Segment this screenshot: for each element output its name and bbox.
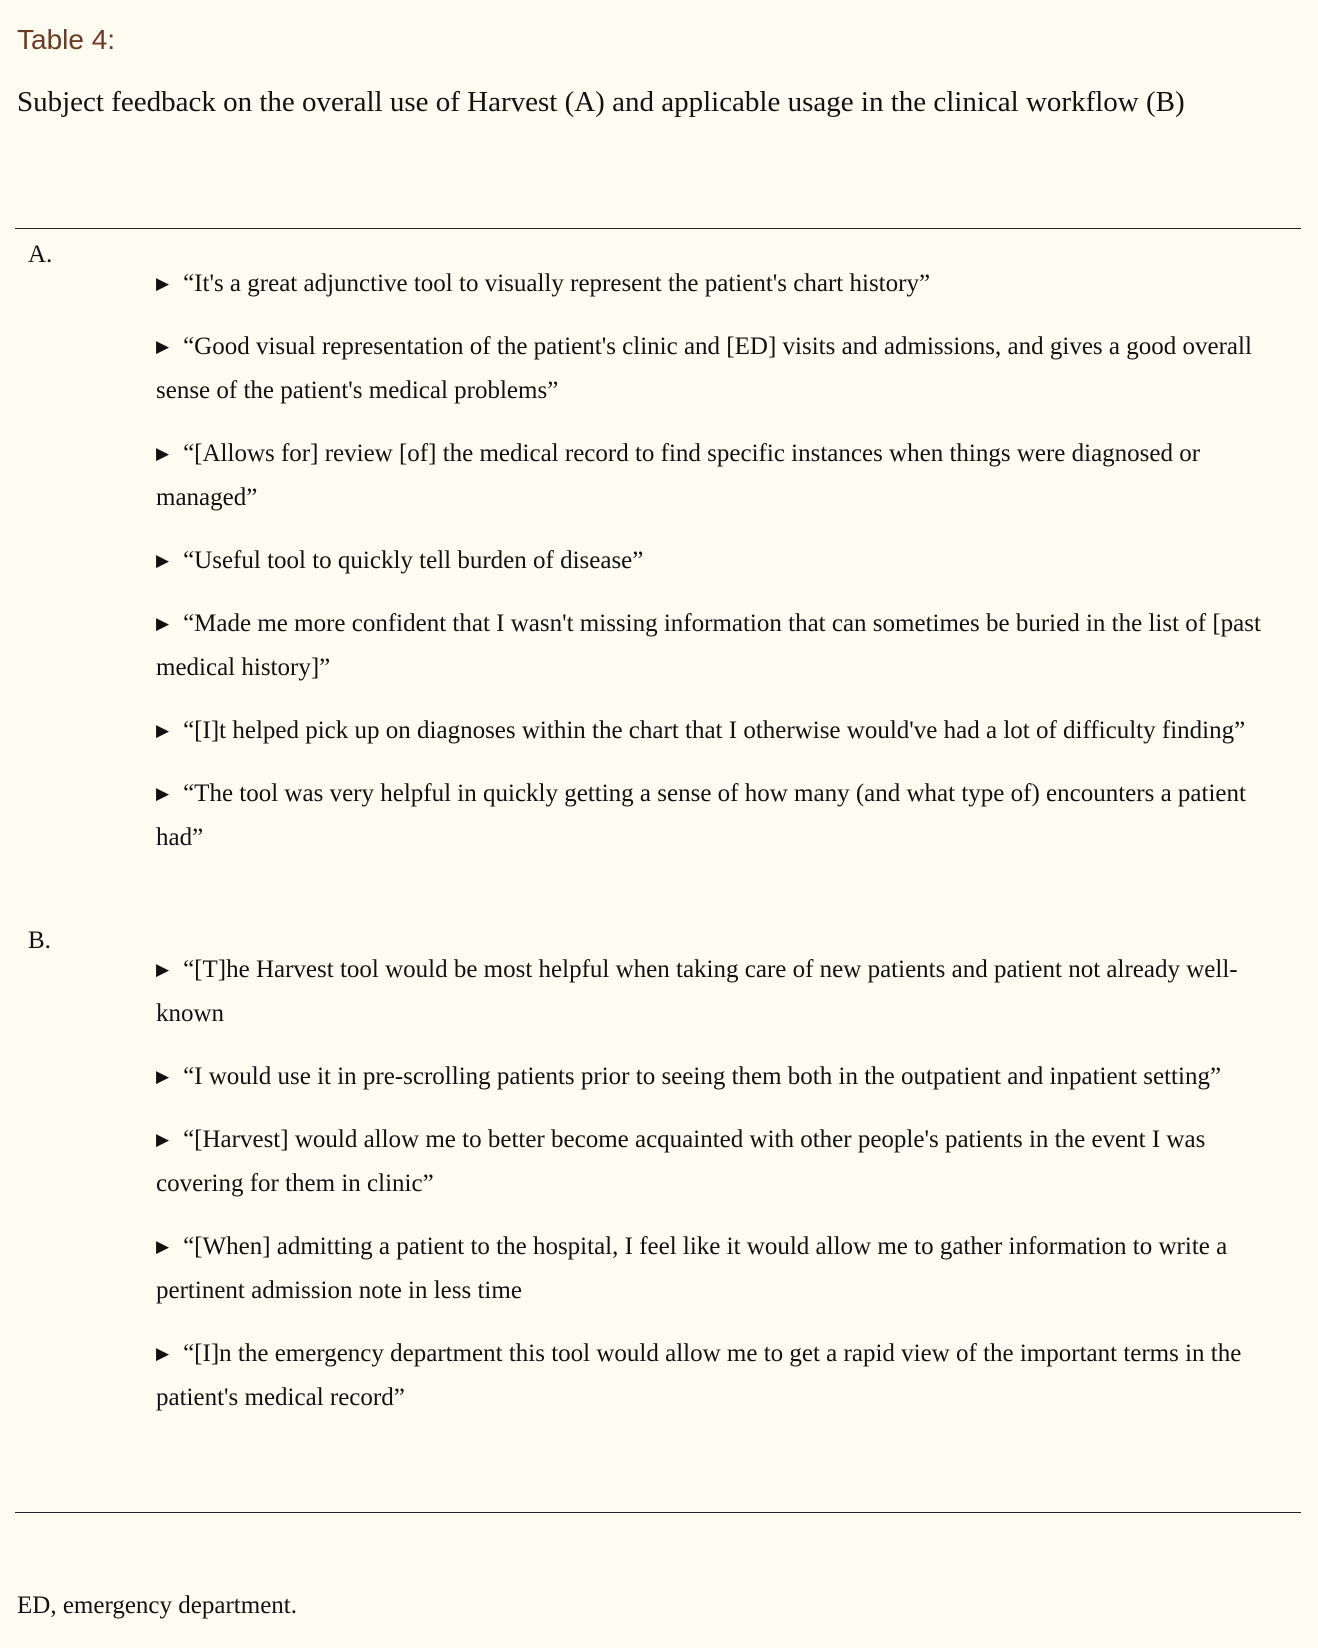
table-top-rule xyxy=(15,228,1301,229)
table-caption: Subject feedback on the overall use of H… xyxy=(17,86,1185,118)
list-item: ▶ “[T]he Harvest tool would be most helpf… xyxy=(156,948,1296,1036)
bullet-icon: ▶ xyxy=(156,784,170,803)
quote-text: “[Allows for] review [of] the medical re… xyxy=(156,440,1201,511)
section-a-label: A. xyxy=(28,241,53,268)
list-item: ▶ “[I]n the emergency department this too… xyxy=(156,1332,1296,1420)
bullet-icon: ▶ xyxy=(156,337,170,356)
section-a-items: ▶ “It's a great adjunctive tool to visual… xyxy=(156,262,1296,879)
section-b-label: B. xyxy=(28,927,51,954)
quote-text: “It's a great adjunctive tool to visuall… xyxy=(183,270,931,297)
list-item: ▶ “It's a great adjunctive tool to visual… xyxy=(156,262,1296,306)
quote-text: “[I]n the emergency department this tool… xyxy=(156,1340,1242,1411)
bullet-icon: ▶ xyxy=(156,1344,170,1363)
list-item: ▶ “[I]t helped pick up on diagnoses withi… xyxy=(156,709,1296,753)
list-item: ▶ “The tool was very helpful in quickly g… xyxy=(156,772,1296,860)
list-item: ▶ “Good visual representation of the pati… xyxy=(156,325,1296,413)
list-item: ▶ “Useful tool to quickly tell burden of … xyxy=(156,539,1296,583)
bullet-icon: ▶ xyxy=(156,1130,170,1149)
quote-text: “[When] admitting a patient to the hospi… xyxy=(156,1233,1228,1304)
table-label: Table 4: xyxy=(17,24,116,55)
bullet-icon: ▶ xyxy=(156,444,170,463)
section-b-items: ▶ “[T]he Harvest tool would be most helpf… xyxy=(156,948,1296,1439)
bullet-icon: ▶ xyxy=(156,274,170,293)
list-item: ▶ “[Allows for] review [of] the medical r… xyxy=(156,432,1296,520)
quote-text: “I would use it in pre-scrolling patient… xyxy=(183,1063,1222,1090)
quote-text: “[I]t helped pick up on diagnoses within… xyxy=(183,717,1246,744)
bullet-icon: ▶ xyxy=(156,721,170,740)
bullet-icon: ▶ xyxy=(156,614,170,633)
bullet-icon: ▶ xyxy=(156,960,170,979)
quote-text: “Made me more confident that I wasn't mi… xyxy=(156,610,1261,681)
quote-text: “[Harvest] would allow me to better beco… xyxy=(156,1126,1206,1197)
bullet-icon: ▶ xyxy=(156,551,170,570)
quote-text: “Good visual representation of the patie… xyxy=(156,333,1252,404)
list-item: ▶ “Made me more confident that I wasn't m… xyxy=(156,602,1296,690)
list-item: ▶ “[When] admitting a patient to the hosp… xyxy=(156,1225,1296,1313)
quote-text: “[T]he Harvest tool would be most helpfu… xyxy=(156,956,1238,1027)
bullet-icon: ▶ xyxy=(156,1237,170,1256)
table-bottom-rule xyxy=(15,1512,1301,1513)
list-item: ▶ “[Harvest] would allow me to better bec… xyxy=(156,1118,1296,1206)
quote-text: “The tool was very helpful in quickly ge… xyxy=(156,780,1246,851)
quote-text: “Useful tool to quickly tell burden of d… xyxy=(183,547,644,574)
bullet-icon: ▶ xyxy=(156,1067,170,1086)
table-footnote: ED, emergency department. xyxy=(17,1592,297,1619)
list-item: ▶ “I would use it in pre-scrolling patien… xyxy=(156,1055,1296,1099)
